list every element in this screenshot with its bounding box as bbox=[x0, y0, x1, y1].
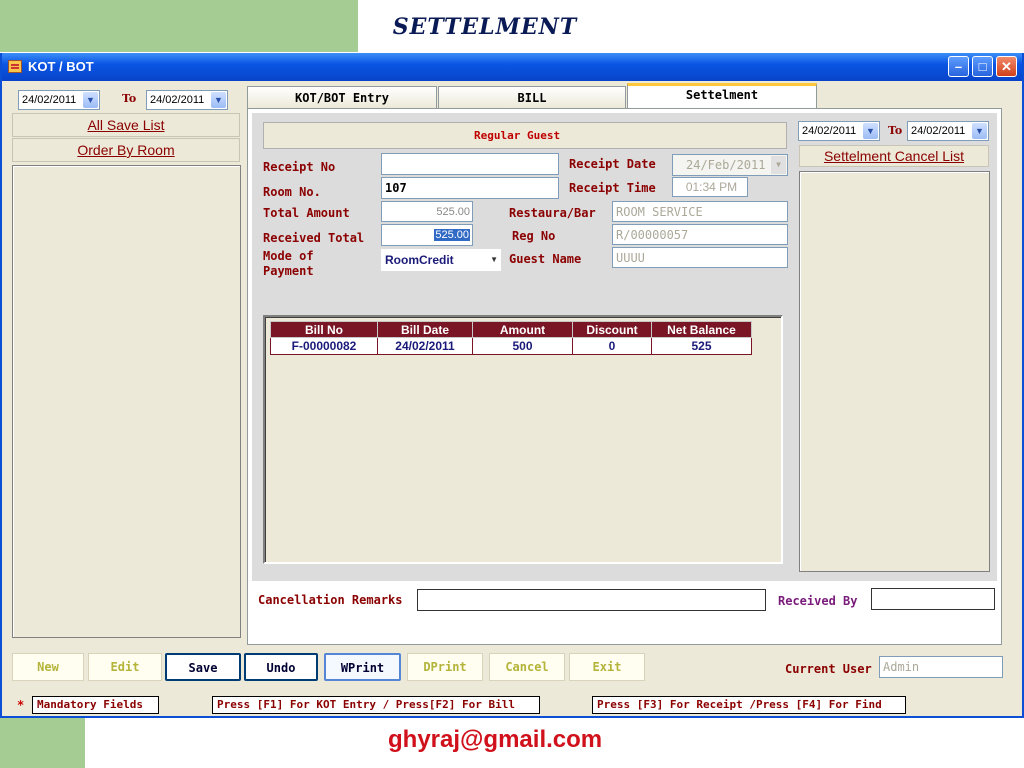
received-total-input[interactable]: 525.00 bbox=[381, 224, 473, 246]
cell-bill-no[interactable]: F-00000082 bbox=[270, 337, 378, 355]
cell-bill-date[interactable]: 24/02/2011 bbox=[377, 337, 473, 355]
tab-bill[interactable]: BILL bbox=[438, 86, 626, 108]
mandatory-asterisk: * bbox=[17, 698, 25, 712]
slide-footer-email: ghyraj@gmail.com bbox=[388, 726, 603, 753]
receipt-time-label: Receipt Time bbox=[569, 181, 656, 195]
tab-settelment[interactable]: Settelment bbox=[627, 83, 817, 108]
reg-no-label: Reg No bbox=[512, 229, 556, 243]
undo-button[interactable]: Undo bbox=[244, 653, 318, 681]
cell-amount[interactable]: 500 bbox=[472, 337, 573, 355]
restaura-bar-label: Restaura/Bar bbox=[509, 206, 596, 220]
new-button[interactable]: New bbox=[12, 653, 84, 681]
receipt-no-label: Receipt No bbox=[263, 160, 336, 174]
mode-of-payment-value: RoomCredit bbox=[385, 253, 454, 267]
mode-of-payment-label: Mode of Payment bbox=[263, 249, 314, 278]
receipt-date-picker[interactable]: 24/Feb/2011 ▼ bbox=[672, 154, 788, 176]
total-amount-input[interactable]: 525.00 bbox=[381, 201, 473, 222]
receipt-date-value: 24/Feb/2011 bbox=[686, 158, 766, 172]
room-no-input[interactable]: 107 bbox=[381, 177, 559, 199]
cancellation-remarks-label: Cancellation Remarks bbox=[258, 593, 403, 607]
left-from-date-value: 24/02/2011 bbox=[22, 94, 77, 106]
room-no-label: Room No. bbox=[263, 185, 321, 199]
window-title: KOT / BOT bbox=[28, 59, 94, 74]
receipt-time-field[interactable]: 01:34 PM bbox=[672, 177, 748, 197]
cancel-button[interactable]: Cancel bbox=[489, 653, 565, 681]
all-save-list-button[interactable]: All Save List bbox=[12, 113, 240, 137]
col-header-bill-no[interactable]: Bill No bbox=[270, 321, 378, 338]
f3-f4-hint: Press [F3] For Receipt /Press [F4] For F… bbox=[592, 696, 906, 714]
order-by-room-button[interactable]: Order By Room bbox=[12, 138, 240, 162]
guest-type-banner: Regular Guest bbox=[263, 122, 787, 149]
slide-green-band bbox=[0, 0, 358, 52]
cell-discount[interactable]: 0 bbox=[572, 337, 652, 355]
save-button[interactable]: Save bbox=[165, 653, 241, 681]
bill-grid[interactable]: Bill No Bill Date Amount Discount Net Ba… bbox=[263, 315, 783, 564]
kot-bot-window: KOT / BOT – □ ✕ 24/02/2011 ▼ To 24/02/20… bbox=[0, 53, 1024, 718]
chevron-down-icon[interactable]: ▼ bbox=[771, 156, 786, 174]
left-to-label: To bbox=[122, 92, 137, 105]
col-header-discount[interactable]: Discount bbox=[572, 321, 652, 338]
exit-button[interactable]: Exit bbox=[569, 653, 645, 681]
mandatory-fields-note: Mandatory Fields bbox=[32, 696, 159, 714]
received-total-value: 525.00 bbox=[434, 229, 470, 241]
maximize-button[interactable]: □ bbox=[972, 56, 993, 77]
guest-name-field[interactable]: UUUU bbox=[612, 247, 788, 268]
col-header-amount[interactable]: Amount bbox=[472, 321, 573, 338]
right-to-date-value: 24/02/2011 bbox=[911, 125, 966, 137]
reg-no-field[interactable]: R/00000057 bbox=[612, 224, 788, 245]
guest-type-label: Regular Guest bbox=[474, 129, 561, 142]
chevron-down-icon[interactable]: ▼ bbox=[211, 92, 226, 108]
window-titlebar[interactable]: KOT / BOT – □ ✕ bbox=[2, 53, 1022, 81]
col-header-bill-date[interactable]: Bill Date bbox=[377, 321, 473, 338]
received-by-input[interactable] bbox=[871, 588, 995, 610]
right-from-date-value: 24/02/2011 bbox=[802, 125, 857, 137]
guest-name-label: Guest Name bbox=[509, 252, 582, 266]
slide-green-corner bbox=[0, 718, 85, 768]
dprint-button[interactable]: DPrint bbox=[407, 653, 483, 681]
chevron-down-icon[interactable]: ▼ bbox=[490, 250, 498, 270]
bill-table: Bill No Bill Date Amount Discount Net Ba… bbox=[270, 321, 752, 355]
app-icon bbox=[8, 60, 22, 73]
chevron-down-icon[interactable]: ▼ bbox=[972, 123, 987, 139]
left-to-date-picker[interactable]: 24/02/2011 ▼ bbox=[146, 90, 228, 110]
mode-of-payment-select[interactable]: RoomCredit ▼ bbox=[381, 249, 501, 271]
table-row[interactable]: F-00000082 24/02/2011 500 0 525 bbox=[270, 337, 752, 355]
tab-kot-bot-entry[interactable]: KOT/BOT Entry bbox=[247, 86, 437, 108]
current-user-label: Current User bbox=[785, 662, 872, 676]
edit-button[interactable]: Edit bbox=[88, 653, 162, 681]
settelment-cancel-list-button[interactable]: Settelment Cancel List bbox=[799, 145, 989, 167]
close-button[interactable]: ✕ bbox=[996, 56, 1017, 77]
restaura-bar-field[interactable]: ROOM SERVICE bbox=[612, 201, 788, 222]
right-to-date-picker[interactable]: 24/02/2011 ▼ bbox=[907, 121, 989, 141]
col-header-net-balance[interactable]: Net Balance bbox=[651, 321, 752, 338]
received-by-label: Received By bbox=[778, 594, 858, 608]
cancellation-remarks-input[interactable] bbox=[417, 589, 766, 611]
right-from-date-picker[interactable]: 24/02/2011 ▼ bbox=[798, 121, 880, 141]
received-total-label: Received Total bbox=[263, 231, 365, 245]
total-amount-label: Total Amount bbox=[263, 206, 350, 220]
cancel-list-panel[interactable] bbox=[799, 171, 990, 572]
right-to-label: To bbox=[888, 124, 903, 137]
f1-f2-hint: Press [F1] For KOT Entry / Press[F2] For… bbox=[212, 696, 540, 714]
slide-title: SETTELMENT bbox=[392, 14, 578, 40]
receipt-date-label: Receipt Date bbox=[569, 157, 656, 171]
left-from-date-picker[interactable]: 24/02/2011 ▼ bbox=[18, 90, 100, 110]
save-list-panel[interactable] bbox=[12, 165, 241, 638]
cell-net-balance[interactable]: 525 bbox=[651, 337, 752, 355]
left-to-date-value: 24/02/2011 bbox=[150, 94, 205, 106]
chevron-down-icon[interactable]: ▼ bbox=[83, 92, 98, 108]
chevron-down-icon[interactable]: ▼ bbox=[863, 123, 878, 139]
minimize-button[interactable]: – bbox=[948, 56, 969, 77]
receipt-no-input[interactable] bbox=[381, 153, 559, 175]
current-user-field: Admin bbox=[879, 656, 1003, 678]
wprint-button[interactable]: WPrint bbox=[324, 653, 401, 681]
